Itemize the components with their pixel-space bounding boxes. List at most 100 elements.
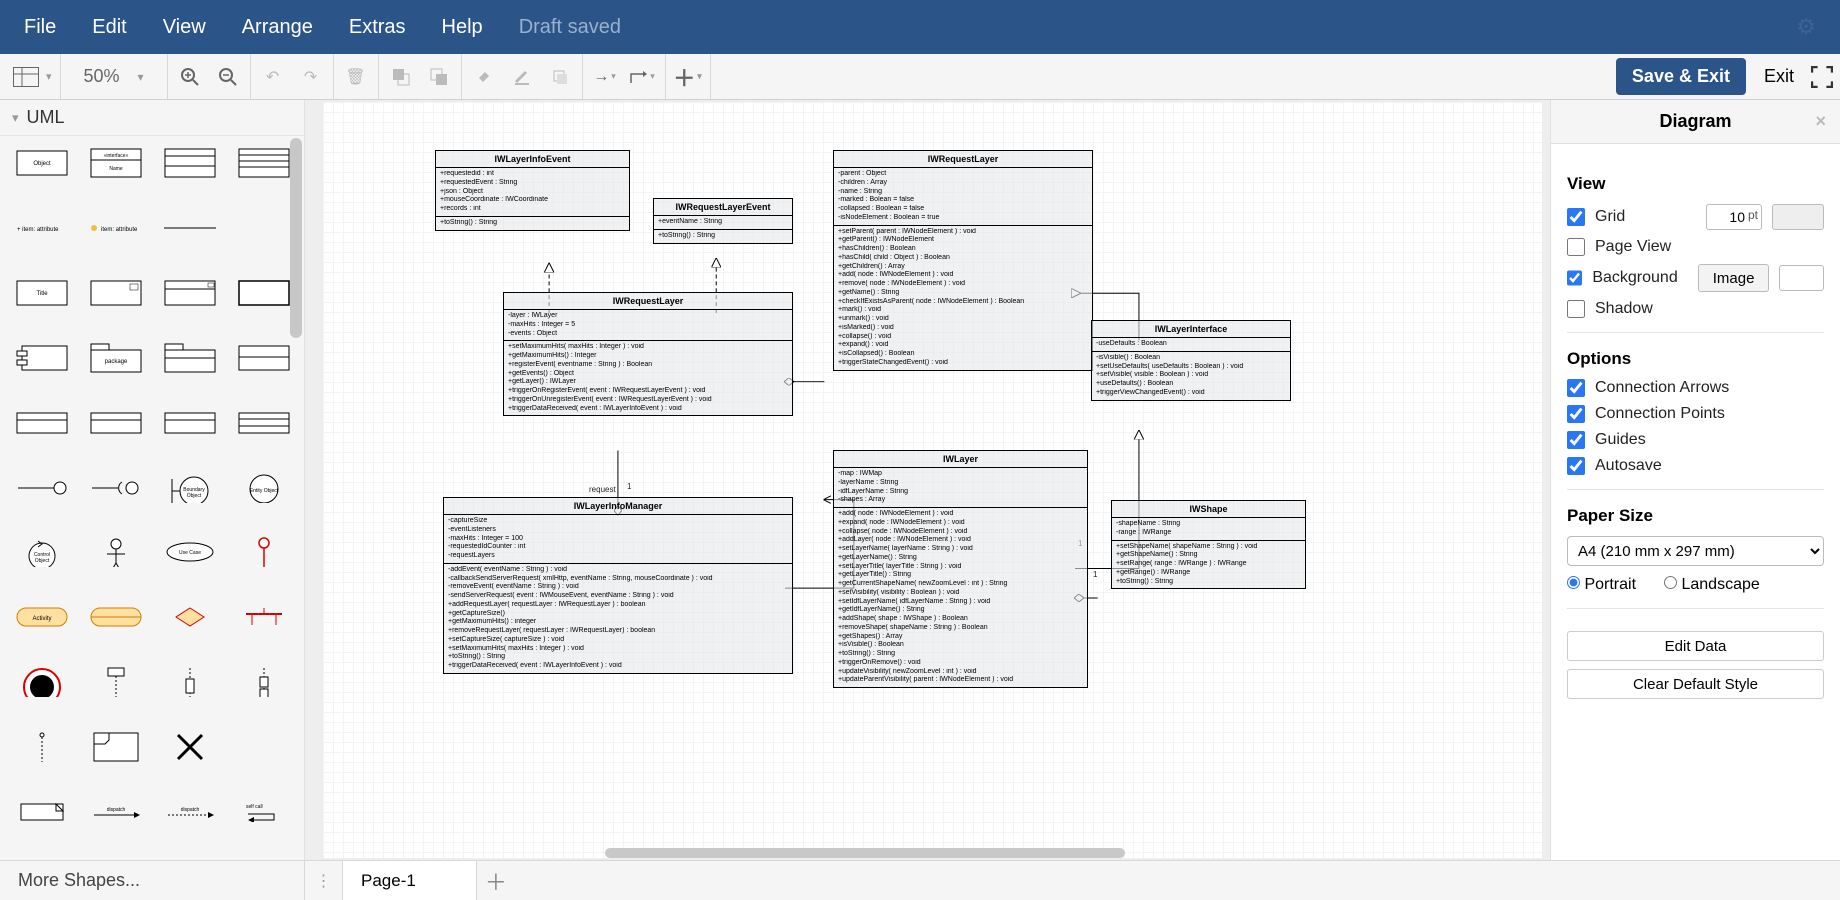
waypoint-icon[interactable]: ▾ [629,63,657,91]
shape-object-split[interactable] [234,343,294,373]
autosave-checkbox[interactable] [1567,457,1585,475]
shape-fork[interactable] [234,602,294,632]
shape-block[interactable] [234,278,294,308]
page-menu-icon[interactable]: ⋮ [305,861,343,900]
shape-package[interactable]: package [86,343,146,373]
exit-button[interactable]: Exit [1764,66,1794,87]
guides-checkbox[interactable] [1567,431,1585,449]
shape-title[interactable]: Title [12,278,72,308]
background-image-button[interactable]: Image [1698,264,1770,292]
zoom-in-icon[interactable] [176,63,204,91]
shape-dispatch-2[interactable]: dispatch [160,797,220,827]
canvas[interactable]: 1 request 1 1 IWLayerInfoEvent+requested… [323,102,1542,858]
shape-object[interactable]: Object [12,148,72,178]
menu-edit[interactable]: Edit [92,16,126,39]
portrait-radio[interactable]: Portrait [1567,576,1636,594]
menu-file[interactable]: File [24,16,56,39]
shape-pin[interactable] [234,537,294,567]
shape-empty2[interactable] [234,732,294,762]
shape-package-2[interactable] [160,343,220,373]
shape-class-d[interactable] [234,408,294,438]
sidebar-toggle-icon[interactable] [12,63,40,91]
shapes-scrollbar[interactable] [288,136,304,860]
shapes-category-uml[interactable]: UML [0,100,304,136]
landscape-radio[interactable]: Landscape [1664,576,1760,594]
shape-lifeline-2[interactable] [160,667,220,697]
shape-usecase[interactable]: Use Case [160,537,220,567]
undo-icon[interactable]: ↶ [259,63,287,91]
menu-view[interactable]: View [163,16,206,39]
shape-socket[interactable] [86,473,146,503]
shape-class-c[interactable] [160,408,220,438]
shape-component[interactable] [86,278,146,308]
uml-class-IWLayerInfoEvent[interactable]: IWLayerInfoEvent+requestedid : int+reque… [435,150,630,231]
shadow-checkbox[interactable] [1567,300,1585,318]
shape-interface[interactable]: «interface»Name [86,148,146,178]
canvas-h-scrollbar[interactable] [605,848,1125,858]
shape-activity[interactable]: Activity [12,602,72,632]
uml-class-IWRequestLayer_small[interactable]: IWRequestLayer-layer : IWLayer-maxHits :… [503,292,793,416]
gear-icon[interactable]: ⚙ [1796,14,1816,40]
uml-class-IWRequestLayer[interactable]: IWRequestLayer-parent : Object-children … [833,150,1093,371]
uml-class-IWRequestLayerEvent[interactable]: IWRequestLayerEvent+eventName : String+t… [653,198,793,244]
shape-self-call[interactable]: self call [234,797,294,827]
shape-empty[interactable] [234,213,294,243]
shape-note[interactable] [12,797,72,827]
save-exit-button[interactable]: Save & Exit [1616,58,1746,95]
uml-class-IWLayerInfoManager[interactable]: IWLayerInfoManager-captureSize-eventList… [443,497,793,674]
page-tab-1[interactable]: Page-1 [343,861,477,900]
uml-class-IWShape[interactable]: IWShape-shapeName : String-range : IWRan… [1111,500,1306,589]
pageview-checkbox[interactable] [1567,238,1585,256]
grid-color-swatch[interactable] [1772,204,1824,230]
to-back-icon[interactable] [425,63,453,91]
paper-size-select[interactable]: A4 (210 mm x 297 mm) [1567,536,1824,566]
uml-class-IWLayerInterface[interactable]: IWLayerInterface-useDefaults : Boolean-i… [1091,320,1291,401]
shape-item-attr[interactable]: + item: attribute [12,213,72,243]
add-page-button[interactable]: ＋ [477,861,515,900]
conn-arrows-checkbox[interactable] [1567,379,1585,397]
conn-points-checkbox[interactable] [1567,405,1585,423]
shape-divider[interactable] [160,213,220,243]
zoom-level[interactable]: 50%▾ [69,66,159,87]
shape-lollipop[interactable] [12,473,72,503]
shape-dispatch-1[interactable]: dispatch [86,797,146,827]
edit-data-button[interactable]: Edit Data [1567,631,1824,661]
line-color-icon[interactable] [508,63,536,91]
shape-class-small[interactable] [160,278,220,308]
shape-lifeline-1[interactable] [86,667,146,697]
shadow-icon[interactable] [546,63,574,91]
fullscreen-icon[interactable] [1808,63,1836,91]
shape-class-5[interactable] [234,148,294,178]
grid-checkbox[interactable] [1567,208,1585,226]
zoom-out-icon[interactable] [214,63,242,91]
menu-arrange[interactable]: Arrange [242,16,313,39]
uml-class-IWLayer[interactable]: IWLayer-map : IWMap-layerName : String-i… [833,450,1088,688]
canvas-area[interactable]: 1 request 1 1 IWLayerInfoEvent+requested… [305,100,1550,860]
shape-class-a[interactable] [12,408,72,438]
fill-color-icon[interactable] [470,63,498,91]
shape-frame[interactable] [86,732,146,762]
shape-entity[interactable]: Entity Object [234,473,294,503]
menu-help[interactable]: Help [442,16,483,39]
close-panel-icon[interactable]: × [1815,111,1826,132]
more-shapes-button[interactable]: More Shapes... [0,861,305,900]
shape-lifeline-4[interactable] [12,732,72,762]
shape-boundary[interactable]: BoundaryObject [160,473,220,503]
delete-icon[interactable]: 🗑 [342,63,370,91]
shape-control[interactable]: ControlObject [12,537,72,567]
shape-lifeline-3[interactable] [234,667,294,697]
shape-actor[interactable] [86,537,146,567]
shape-class-b[interactable] [86,408,146,438]
background-checkbox[interactable] [1567,269,1582,287]
shape-state[interactable] [86,602,146,632]
background-color-swatch[interactable] [1779,265,1824,291]
add-icon[interactable]: ＋▾ [674,63,702,91]
shape-item-attr-y[interactable]: item: attribute [86,213,146,243]
shape-final[interactable] [12,667,72,697]
shape-module[interactable] [12,343,72,373]
shape-destroy[interactable] [160,732,220,762]
redo-icon[interactable]: ↷ [297,63,325,91]
shape-class-3[interactable] [160,148,220,178]
connection-icon[interactable]: →▾ [591,63,619,91]
menu-extras[interactable]: Extras [349,16,406,39]
